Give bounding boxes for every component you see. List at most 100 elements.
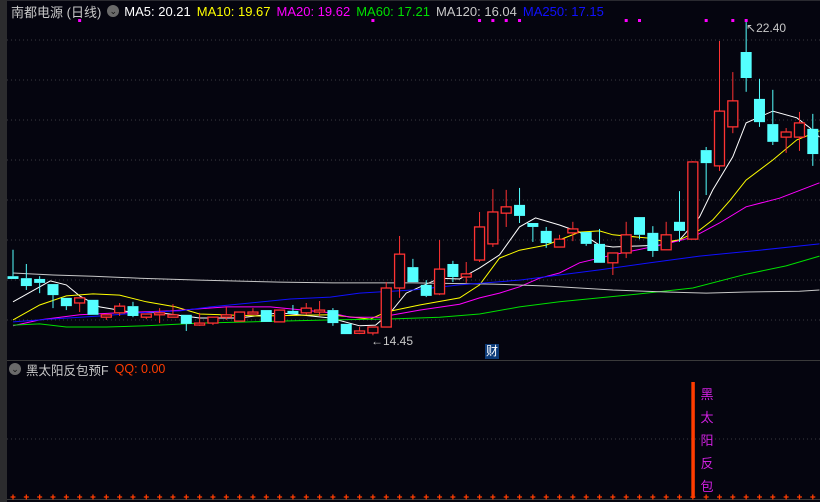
indicator-tick xyxy=(530,494,536,500)
candle-up xyxy=(193,312,206,326)
candle-down xyxy=(340,323,352,335)
indicator-tick xyxy=(10,494,16,500)
indicator-tick xyxy=(437,494,443,500)
candle-up xyxy=(273,309,286,323)
indicator-tick xyxy=(303,494,309,500)
indicator-tick xyxy=(143,494,149,500)
signal-char: 黑 xyxy=(700,387,714,402)
finance-badge[interactable]: 财 xyxy=(485,344,499,359)
candle-body xyxy=(540,230,552,244)
indicator-tick xyxy=(223,494,229,500)
ma5-line xyxy=(12,110,820,327)
candle-body xyxy=(674,221,685,231)
indicator-tick xyxy=(477,494,483,500)
candle-body xyxy=(594,243,606,263)
candle-body xyxy=(700,150,712,164)
signal-char: 太 xyxy=(700,410,714,425)
indicator-tick xyxy=(23,494,29,500)
indicator-tick xyxy=(450,494,456,500)
indicator-name[interactable]: 黑太阳反包预F xyxy=(26,360,109,379)
candle-body xyxy=(553,238,566,248)
indicator-tick xyxy=(170,494,176,500)
candle-body xyxy=(447,263,459,277)
candle-body xyxy=(100,314,112,318)
candle-up xyxy=(607,252,619,276)
indicator-tick xyxy=(583,494,589,500)
candle-down xyxy=(514,187,526,224)
candle-body xyxy=(20,278,32,287)
indicator-tick xyxy=(263,494,269,500)
candle-down xyxy=(540,226,552,248)
candle-body xyxy=(207,316,219,324)
indicator-tick xyxy=(650,494,656,500)
candle-body xyxy=(300,307,312,314)
indicator-tick xyxy=(517,494,523,500)
kline-chart[interactable] xyxy=(0,0,820,502)
candle-up xyxy=(487,189,499,248)
chevron-down-icon[interactable]: ⌄ xyxy=(9,363,21,375)
candle-up xyxy=(713,40,726,171)
candle-up xyxy=(433,239,446,296)
indicator-tick xyxy=(317,494,323,500)
candle-down xyxy=(674,191,685,242)
indicator-tick xyxy=(250,494,256,500)
candle-down xyxy=(767,89,779,145)
candle-down xyxy=(700,146,712,196)
candle-body xyxy=(313,309,326,313)
signal-char: 包 xyxy=(700,479,714,494)
candle-up xyxy=(780,128,792,153)
candle-body xyxy=(647,232,659,251)
ma20-label: MA20: 19.62 xyxy=(276,3,351,19)
candle-body xyxy=(687,161,699,240)
candle-body xyxy=(340,323,352,335)
indicator-tick xyxy=(557,494,563,500)
candle-down xyxy=(7,249,19,279)
indicator-tick xyxy=(610,494,616,500)
candle-body xyxy=(193,322,206,326)
candle-body xyxy=(220,314,232,318)
indicator-tick xyxy=(277,494,283,500)
candle-body xyxy=(433,268,446,295)
candle-body xyxy=(460,273,472,278)
candle-up xyxy=(473,211,486,263)
candle-up xyxy=(353,327,366,335)
candle-body xyxy=(74,297,86,304)
low-price-label: ←14.45 xyxy=(371,334,414,348)
candle-up xyxy=(500,189,512,227)
indicator-tick xyxy=(770,494,776,500)
indicator-tick xyxy=(330,494,336,500)
indicator-tick xyxy=(743,494,749,500)
candle-body xyxy=(500,206,512,214)
indicator-tick xyxy=(796,494,802,500)
candle-up xyxy=(393,236,406,298)
ma10-label: MA10: 19.67 xyxy=(196,3,271,19)
candle-body xyxy=(727,100,739,128)
candle-body xyxy=(247,311,259,315)
candle-down xyxy=(260,310,272,322)
indicator-tick xyxy=(290,494,296,500)
ma250-label: MA250: 17.15 xyxy=(522,3,604,19)
candle-body xyxy=(527,223,539,227)
candle-down xyxy=(127,301,139,318)
candle-up xyxy=(207,316,219,326)
indicator-tick xyxy=(570,494,576,500)
candle-body xyxy=(180,314,192,324)
candle-up xyxy=(247,308,259,315)
indicator-value: QQ: 0.00 xyxy=(114,362,166,376)
candle-body xyxy=(767,124,779,142)
candle-body xyxy=(607,252,619,264)
indicator-tick xyxy=(343,494,349,500)
candle-body xyxy=(393,253,406,289)
candle-up xyxy=(687,161,699,240)
chevron-down-icon[interactable]: ⌄ xyxy=(107,5,120,17)
indicator-tick xyxy=(183,494,189,500)
ma-lines xyxy=(12,110,820,328)
signal-marker xyxy=(731,19,735,22)
indicator-tick xyxy=(756,494,762,500)
ma5-label: MA5: 20.21 xyxy=(124,3,191,19)
candle-down xyxy=(407,258,419,283)
candle-body xyxy=(514,204,526,216)
signal-marker xyxy=(638,19,642,22)
candle-down xyxy=(807,113,819,166)
indicator-tick xyxy=(383,494,389,500)
